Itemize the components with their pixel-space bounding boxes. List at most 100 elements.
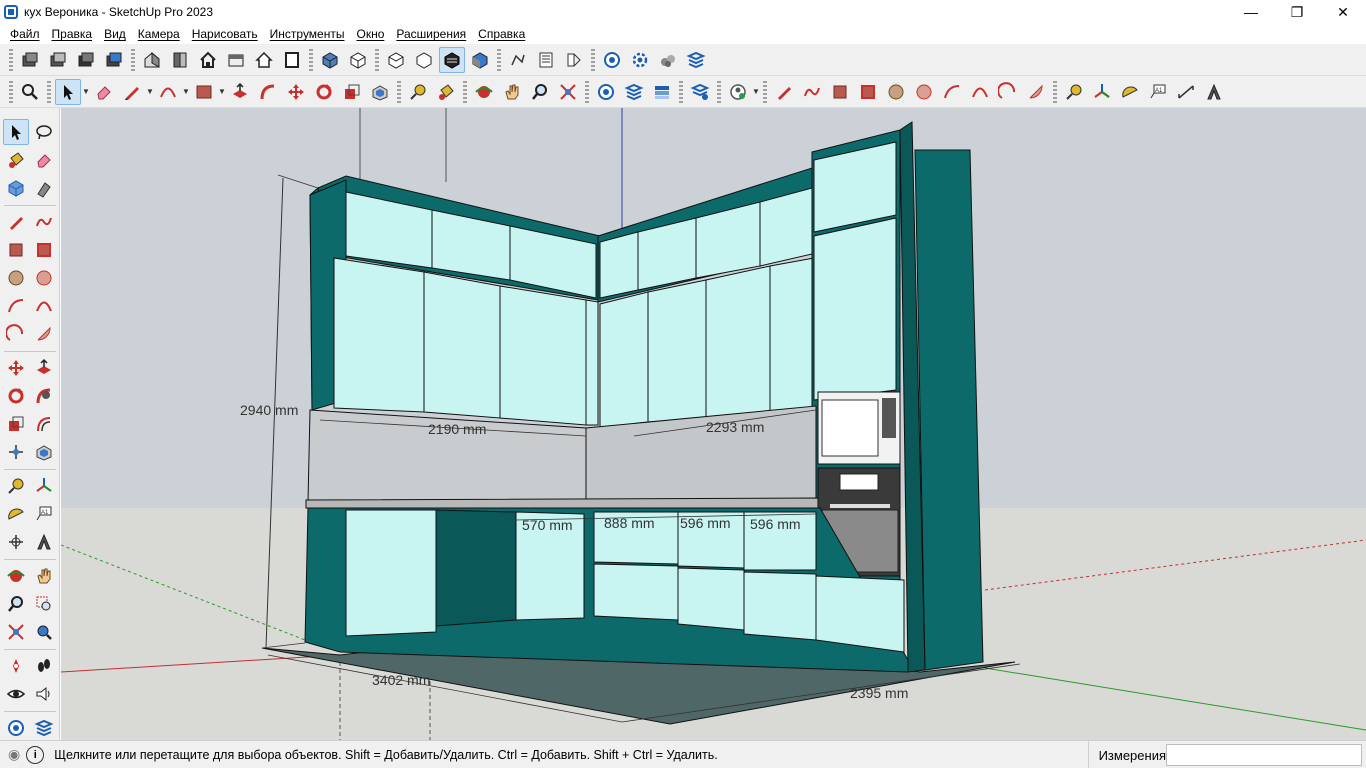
tags-icon[interactable] <box>649 79 675 105</box>
axes-icon[interactable] <box>1089 79 1115 105</box>
axes-icon[interactable] <box>31 473 57 499</box>
tape-icon[interactable] <box>405 79 431 105</box>
pan-icon[interactable] <box>31 563 57 589</box>
select-dropdown[interactable]: ▼ <box>82 79 90 105</box>
protractor-icon[interactable] <box>1117 79 1143 105</box>
rectangle-icon[interactable] <box>3 237 29 263</box>
previous-view-icon[interactable] <box>31 619 57 645</box>
toolbar-grip[interactable] <box>9 80 13 103</box>
toolbar-grip[interactable] <box>497 48 501 71</box>
push-pull-icon[interactable] <box>227 79 253 105</box>
walk-icon[interactable] <box>31 653 57 679</box>
dimension-icon[interactable] <box>3 529 29 555</box>
move-icon[interactable] <box>283 79 309 105</box>
rotate-icon[interactable] <box>3 383 29 409</box>
scale-icon[interactable] <box>339 79 365 105</box>
warehouse-icon[interactable] <box>599 47 625 73</box>
close-button[interactable]: ✕ <box>1320 0 1366 24</box>
follow-me-icon[interactable] <box>31 383 57 409</box>
pencil-icon[interactable] <box>119 79 145 105</box>
menu-window[interactable]: Окно <box>350 27 390 41</box>
circle-icon[interactable] <box>3 265 29 291</box>
rect-icon[interactable] <box>827 79 853 105</box>
menu-help[interactable]: Справка <box>472 27 531 41</box>
rotated-rect-icon[interactable] <box>855 79 881 105</box>
zoom-window-icon[interactable] <box>31 591 57 617</box>
polygon-icon[interactable] <box>911 79 937 105</box>
zoom-icon[interactable] <box>3 591 29 617</box>
toolbar-grip[interactable] <box>717 80 721 103</box>
paint-icon[interactable] <box>433 79 459 105</box>
warehouse-icon[interactable] <box>593 79 619 105</box>
push-pull-icon[interactable] <box>31 355 57 381</box>
shaded-icon[interactable] <box>411 47 437 73</box>
account-icon[interactable] <box>725 79 751 105</box>
textured-icon[interactable] <box>467 47 493 73</box>
line-dropdown[interactable]: ▼ <box>146 79 154 105</box>
top-view-icon[interactable] <box>223 47 249 73</box>
layers-icon[interactable] <box>683 47 709 73</box>
layer-icon[interactable] <box>17 47 43 73</box>
menu-edit[interactable]: Правка <box>46 27 99 41</box>
line-icon[interactable] <box>3 209 29 235</box>
component-icon[interactable] <box>3 175 29 201</box>
toolbar-grip[interactable] <box>131 48 135 71</box>
layer-icon[interactable] <box>101 47 127 73</box>
toolbar-grip[interactable] <box>763 80 767 103</box>
account-dropdown[interactable]: ▼ <box>752 79 760 105</box>
follow-me-icon[interactable] <box>505 47 531 73</box>
home-outline-icon[interactable] <box>251 47 277 73</box>
toolbar-grip[interactable] <box>309 48 313 71</box>
arc2-icon[interactable] <box>939 79 965 105</box>
arc-dropdown[interactable]: ▼ <box>182 79 190 105</box>
3d-text-icon[interactable] <box>1201 79 1227 105</box>
text-icon[interactable]: A1 <box>1145 79 1171 105</box>
arc3-icon[interactable] <box>967 79 993 105</box>
front-view-icon[interactable] <box>167 47 193 73</box>
select-icon[interactable] <box>3 119 29 145</box>
look-around-icon[interactable] <box>3 681 29 707</box>
tape-measure-icon[interactable] <box>3 473 29 499</box>
model-viewport[interactable]: 2940 mm 2190 mm 2293 mm 570 mm 888 mm 59… <box>61 108 1366 740</box>
lasso-icon[interactable] <box>31 119 57 145</box>
offset-icon[interactable] <box>31 411 57 437</box>
menu-tools[interactable]: Инструменты <box>264 27 351 41</box>
three-point-arc-icon[interactable] <box>3 321 29 347</box>
xray-icon[interactable] <box>317 47 343 73</box>
section-icon[interactable] <box>561 47 587 73</box>
freehand-icon[interactable] <box>799 79 825 105</box>
position-camera-icon[interactable] <box>3 439 29 465</box>
3d-text-icon[interactable] <box>31 529 57 555</box>
menu-camera[interactable]: Камера <box>132 27 186 41</box>
extension-icon[interactable] <box>655 47 681 73</box>
toolbar-grip[interactable] <box>463 80 467 103</box>
offset-icon[interactable] <box>367 79 393 105</box>
orbit-icon[interactable] <box>3 563 29 589</box>
minimize-button[interactable]: — <box>1228 0 1274 24</box>
tag-tool-icon[interactable] <box>31 175 57 201</box>
dimension-icon[interactable] <box>1173 79 1199 105</box>
freehand-icon[interactable] <box>31 209 57 235</box>
hidden-line-icon[interactable] <box>383 47 409 73</box>
components-icon[interactable] <box>533 47 559 73</box>
follow-me-icon[interactable] <box>255 79 281 105</box>
position-camera-icon[interactable] <box>3 653 29 679</box>
pie-icon[interactable] <box>1023 79 1049 105</box>
menu-extensions[interactable]: Расширения <box>390 27 472 41</box>
menu-view[interactable]: Вид <box>98 27 132 41</box>
text-icon[interactable]: A1 <box>31 501 57 527</box>
maximize-button[interactable]: ❐ <box>1274 0 1320 24</box>
house-iso-icon[interactable] <box>139 47 165 73</box>
pan-icon[interactable] <box>499 79 525 105</box>
zoom-extents-icon[interactable] <box>3 619 29 645</box>
measure-icon[interactable] <box>1061 79 1087 105</box>
pie-icon[interactable] <box>995 79 1021 105</box>
extension-warehouse-icon[interactable] <box>31 715 57 741</box>
sound-icon[interactable] <box>31 681 57 707</box>
eraser-icon[interactable] <box>91 79 117 105</box>
eraser-icon[interactable] <box>31 147 57 173</box>
polygon-icon[interactable] <box>31 265 57 291</box>
warehouse-icon[interactable] <box>3 715 29 741</box>
menu-file[interactable]: Файл <box>4 27 46 41</box>
toolbar-grip[interactable] <box>1053 80 1057 103</box>
